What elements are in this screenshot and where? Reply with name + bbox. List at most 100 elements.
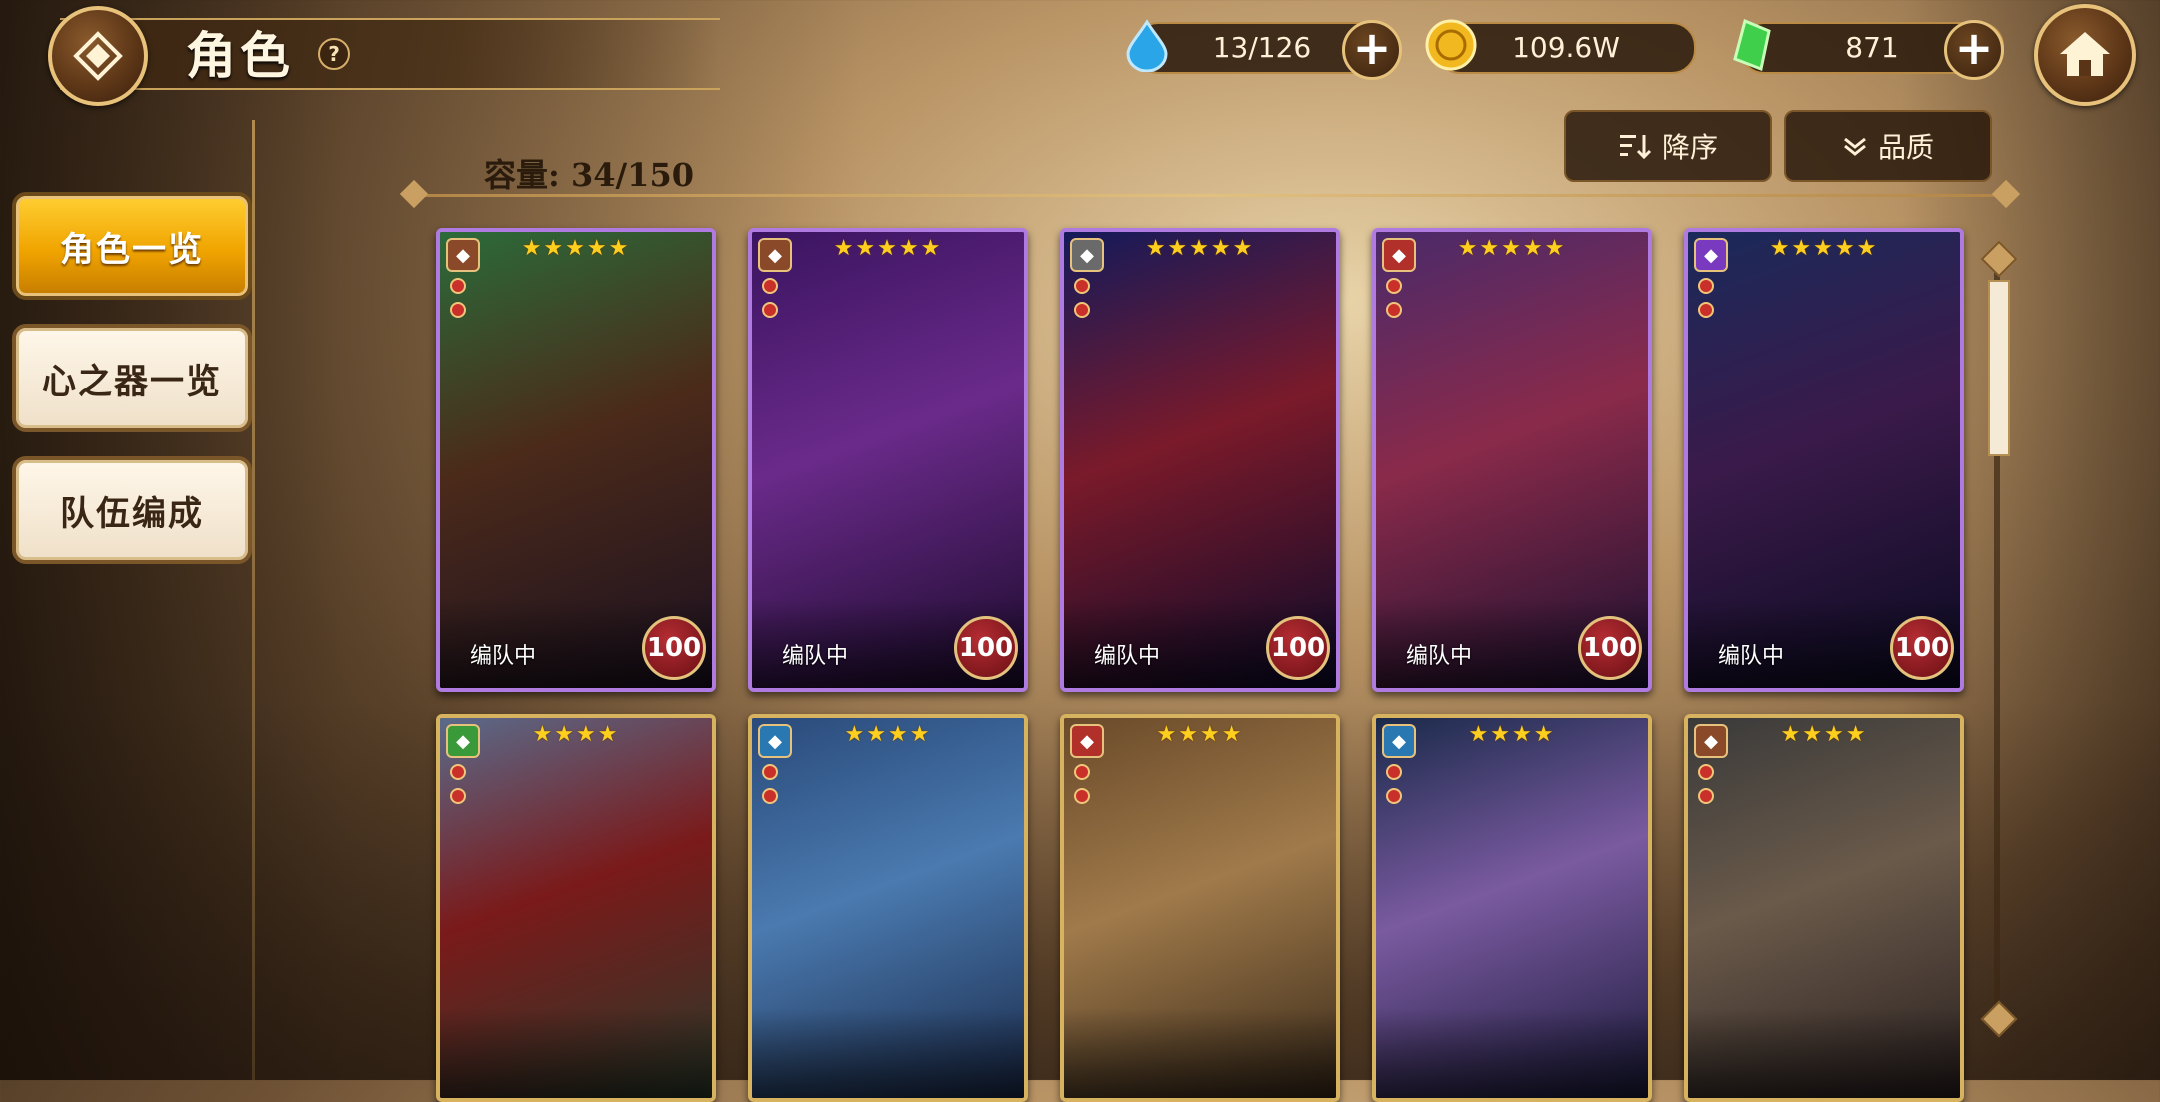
skill-pips — [450, 278, 466, 326]
level-badge: 100 — [954, 616, 1018, 680]
rarity-stars: ★★★★ — [844, 722, 932, 747]
rarity-stars: ★★★★ — [1156, 722, 1244, 747]
skill-pip — [1074, 302, 1090, 318]
neutral-element-icon: ◆ — [1070, 238, 1104, 272]
rarity-stars: ★★★★★ — [521, 236, 631, 261]
in-team-label: 编队中 — [1718, 644, 1785, 669]
back-button[interactable] — [48, 6, 148, 106]
character-card[interactable]: ★★★★ ◆ — [1372, 714, 1652, 1102]
skill-pips — [1074, 764, 1090, 812]
character-card[interactable]: ★★★★★ ◆ 编队中 100 — [1684, 228, 1964, 692]
character-card[interactable]: ★★★★ ◆ — [748, 714, 1028, 1102]
skill-pips — [762, 764, 778, 812]
rarity-stars: ★★★★★ — [1457, 236, 1567, 261]
wind-element-icon: ◆ — [1694, 724, 1728, 758]
skill-pips — [450, 764, 466, 812]
character-card[interactable]: ★★★★★ ◆ 编队中 100 — [436, 228, 716, 692]
skill-pips — [1698, 764, 1714, 812]
water-element-icon: ◆ — [1382, 724, 1416, 758]
nature-element-icon: ◆ — [446, 724, 480, 758]
rarity-stars: ★★★★★ — [1769, 236, 1879, 261]
skill-pip — [1386, 788, 1402, 804]
skill-pip — [1386, 764, 1402, 780]
wind-element-icon: ◆ — [446, 238, 480, 272]
character-card[interactable]: ★★★★ ◆ — [436, 714, 716, 1102]
sort-order-button[interactable]: 降序 — [1564, 110, 1772, 182]
quality-filter-button[interactable]: 品质 — [1784, 110, 1992, 182]
chevron-down-icon — [1844, 137, 1866, 156]
skill-pips — [1074, 278, 1090, 326]
skill-pip — [1698, 302, 1714, 318]
gold-coin-icon — [1422, 16, 1480, 74]
in-team-label: 编队中 — [782, 644, 849, 669]
skill-pip — [1074, 764, 1090, 780]
capacity-label: 容量: 34/150 — [484, 156, 694, 194]
wind-element-icon: ◆ — [758, 238, 792, 272]
scrollbar-thumb[interactable] — [1988, 280, 2010, 456]
level-badge: 100 — [1266, 616, 1330, 680]
skill-pip — [1698, 788, 1714, 804]
sort-order-label: 降序 — [1661, 131, 1718, 164]
green-crystal-icon — [1724, 16, 1782, 74]
help-icon[interactable]: ? — [318, 38, 350, 70]
sidebar-item-heart-vessel-list[interactable]: 心之器一览 — [12, 324, 252, 432]
title-bar — [60, 18, 720, 90]
card-bottom-shade — [1376, 1008, 1648, 1098]
fire-element-icon: ◆ — [1382, 238, 1416, 272]
skill-pips — [1386, 764, 1402, 812]
character-card[interactable]: ★★★★ ◆ — [1684, 714, 1964, 1102]
skill-pip — [1698, 278, 1714, 294]
skill-pip — [1386, 278, 1402, 294]
card-bottom-shade — [1064, 1008, 1336, 1098]
home-button[interactable] — [2034, 4, 2136, 106]
skill-pip — [450, 278, 466, 294]
in-team-label: 编队中 — [1406, 644, 1473, 669]
skill-pips — [1386, 278, 1402, 326]
skill-pips — [762, 278, 778, 326]
character-card[interactable]: ★★★★★ ◆ 编队中 100 — [748, 228, 1028, 692]
diamond-back-icon — [73, 31, 123, 81]
skill-pip — [1074, 278, 1090, 294]
sidebar-item-character-list[interactable]: 角色一览 — [12, 192, 252, 300]
skill-pip — [1074, 788, 1090, 804]
level-badge: 100 — [642, 616, 706, 680]
card-bottom-shade — [752, 1008, 1024, 1098]
dark-element-icon: ◆ — [1694, 238, 1728, 272]
list-divider — [414, 194, 2006, 197]
card-bottom-shade — [440, 1008, 712, 1098]
skill-pip — [762, 764, 778, 780]
sidebar-item-team-formation[interactable]: 队伍编成 — [12, 456, 252, 564]
quality-filter-label: 品质 — [1877, 131, 1934, 164]
character-card[interactable]: ★★★★ ◆ — [1060, 714, 1340, 1102]
sidebar-divider — [252, 120, 255, 1080]
skill-pip — [762, 278, 778, 294]
level-badge: 100 — [1890, 616, 1954, 680]
home-icon — [2060, 32, 2110, 76]
in-team-label: 编队中 — [470, 644, 537, 669]
character-card[interactable]: ★★★★★ ◆ 编队中 100 — [1372, 228, 1652, 692]
in-team-label: 编队中 — [1094, 644, 1161, 669]
skill-pip — [762, 788, 778, 804]
sort-desc-icon — [1619, 135, 1652, 160]
skill-pip — [450, 788, 466, 804]
character-card[interactable]: ★★★★★ ◆ 编队中 100 — [1060, 228, 1340, 692]
card-bottom-shade — [1688, 1008, 1960, 1098]
rarity-stars: ★★★★ — [1468, 722, 1556, 747]
rarity-stars: ★★★★ — [532, 722, 620, 747]
rarity-stars: ★★★★★ — [833, 236, 943, 261]
skill-pips — [1698, 278, 1714, 326]
add-stamina-button[interactable]: + — [1342, 20, 1402, 80]
add-gem-button[interactable]: + — [1944, 20, 2004, 80]
skill-pip — [762, 302, 778, 318]
rarity-stars: ★★★★ — [1780, 722, 1868, 747]
top-header: 角色 ? 13/126 + 109.6W 871 + — [0, 0, 2160, 106]
water-element-icon: ◆ — [758, 724, 792, 758]
skill-pip — [450, 764, 466, 780]
level-badge: 100 — [1578, 616, 1642, 680]
water-drop-icon — [1118, 16, 1176, 74]
skill-pip — [1698, 764, 1714, 780]
rarity-stars: ★★★★★ — [1145, 236, 1255, 261]
page-title: 角色 — [186, 27, 294, 85]
skill-pip — [450, 302, 466, 318]
skill-pip — [1386, 302, 1402, 318]
